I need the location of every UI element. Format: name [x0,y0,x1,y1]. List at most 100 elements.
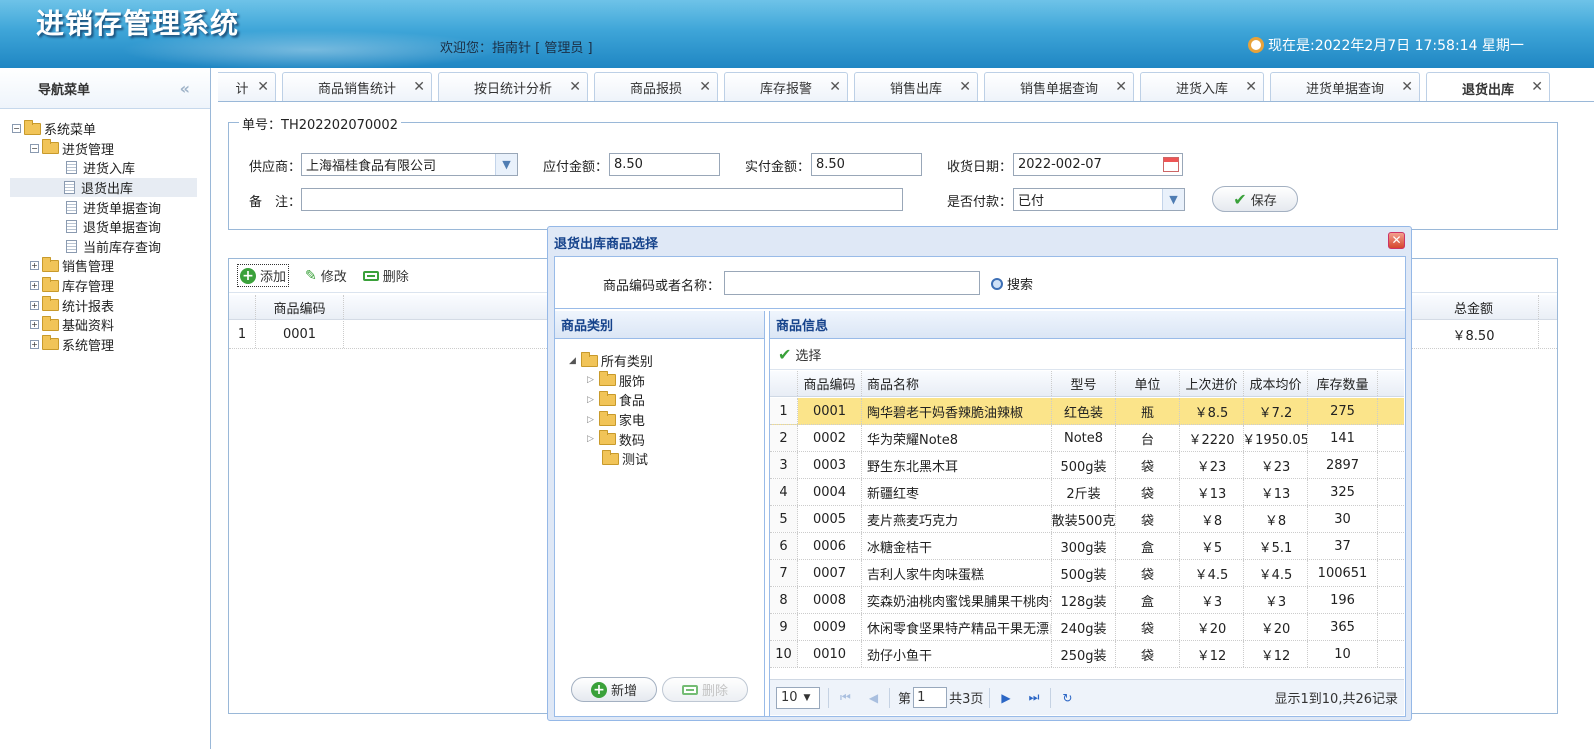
expand-toggle-icon[interactable]: + [30,339,39,349]
category-item[interactable]: ▷ 服饰 [569,371,653,391]
tab-return-out[interactable]: 退货出库 ✕ [1426,72,1550,101]
search-input[interactable] [724,271,980,295]
tree-root[interactable]: − 系统菜单 [12,119,210,139]
tree-item-stock-query[interactable]: 当前库存查询 [12,237,210,257]
close-icon[interactable]: ✕ [1245,79,1257,95]
next-page-icon[interactable]: ▶ [1001,691,1010,705]
paid-amount-input[interactable]: 8.50 [811,153,922,176]
cell-avg-cost: ￥13 [1244,479,1308,505]
tree-item-sales[interactable]: + 销售管理 [12,256,210,276]
table-row[interactable]: 8 0008 奕森奶油桃肉蜜饯果脯果干桃肉干 128g装盒 ￥3 ￥3 196 [770,587,1404,614]
column-header[interactable]: 总金额 [1409,295,1539,319]
table-row[interactable]: 9 0009 休闲零食坚果特产精品干果无漂白 240g装袋 ￥20 ￥20 365 [770,614,1404,641]
category-item[interactable]: ▷ 数码 [569,429,653,449]
chevron-down-icon[interactable]: ▼ [495,154,517,175]
tab-sales-query[interactable]: 销售单据查询 ✕ [984,72,1134,101]
close-icon[interactable]: ✕ [569,79,581,95]
close-icon[interactable]: ✕ [1531,79,1543,95]
search-button[interactable]: 搜索 [991,274,1033,293]
table-row[interactable]: 6 0006 冰糖金桔干 300g装盒 ￥5 ￥5.1 37 [770,533,1404,560]
column-header[interactable]: 商品名称 [862,371,1052,396]
caret-right-icon[interactable]: ▷ [587,375,594,385]
select-button[interactable]: ✔ 选择 [778,345,821,364]
table-row[interactable]: 10 0010 劲仔小鱼干 250g装袋 ￥12 ￥12 10 [770,641,1404,668]
edit-button[interactable]: ✎ 修改 [305,266,347,286]
last-page-icon[interactable]: ⏭ [1029,690,1040,705]
category-all[interactable]: ◢ 所有类别 [569,351,653,371]
expand-toggle-icon[interactable]: + [30,320,39,330]
close-icon[interactable]: ✕ [1388,232,1405,249]
column-header[interactable]: 型号 [1052,371,1116,396]
supplier-select[interactable]: 上海福桂食品有限公司 ▼ [301,153,518,176]
caret-down-icon[interactable]: ◢ [569,356,576,366]
category-item[interactable]: ▷ 家电 [569,410,653,430]
close-icon[interactable]: ✕ [959,79,971,95]
column-header[interactable]: 成本均价 [1244,371,1308,396]
tab-damage[interactable]: 商品报损 ✕ [594,72,718,101]
collapse-toggle-icon[interactable]: − [30,143,39,153]
category-item[interactable]: 测试 [569,449,653,469]
close-icon[interactable]: ✕ [413,79,425,95]
tab-sales-stat[interactable]: 商品销售统计 ✕ [282,72,432,101]
payable-amount-input[interactable]: 8.50 [609,153,720,176]
tab-sales-out[interactable]: 销售出库 ✕ [854,72,978,101]
collapse-toggle-icon[interactable]: − [12,124,21,134]
collapse-icon[interactable]: « [180,79,190,98]
column-header[interactable]: 商品编码 [256,295,344,319]
table-row[interactable]: 1 0001 陶华碧老干妈香辣脆油辣椒 红色装瓶 ￥8.5 ￥7.2 275 [770,398,1404,425]
refresh-icon[interactable]: ↻ [1062,691,1072,705]
paid-status-select[interactable]: 已付 ▼ [1013,188,1185,211]
prev-page-icon[interactable]: ◀ [869,691,878,705]
calendar-icon[interactable] [1163,157,1179,172]
close-icon[interactable]: ✕ [829,79,841,95]
chevron-down-icon[interactable]: ▼ [1162,189,1184,210]
column-header[interactable]: 单位 [1116,371,1180,396]
tree-item-inventory[interactable]: + 库存管理 [12,276,210,296]
cell-model: 2斤装 [1052,479,1116,505]
table-row[interactable]: 7 0007 吉利人家牛肉味蛋糕 500g装袋 ￥4.5 ￥4.5 100651 [770,560,1404,587]
caret-right-icon[interactable]: ▷ [587,415,594,425]
tree-item-return-query[interactable]: 退货单据查询 [12,217,210,237]
tab-purchase-in[interactable]: 进货入库 ✕ [1140,72,1264,101]
close-icon[interactable]: ✕ [699,79,711,95]
close-icon[interactable]: ✕ [257,79,269,95]
tree-item-purchase-query[interactable]: 进货单据查询 [12,197,210,217]
caret-right-icon[interactable]: ▷ [587,434,594,444]
column-header[interactable]: 上次进价 [1180,371,1244,396]
expand-toggle-icon[interactable]: + [30,261,39,271]
column-header[interactable]: 库存数量 [1308,371,1378,396]
page-size-select[interactable]: 10 ▼ [776,686,820,709]
column-header[interactable]: 商品编码 [798,371,862,396]
delete-category-button[interactable]: 删除 [662,677,748,702]
document-icon [66,239,77,253]
close-icon[interactable]: ✕ [1401,79,1413,95]
category-item[interactable]: ▷ 食品 [569,390,653,410]
tree-item-purchase[interactable]: − 进货管理 [12,139,210,159]
tree-item-purchase-in[interactable]: 进货入库 [12,158,210,178]
table-row[interactable]: 5 0005 麦片燕麦巧克力 散装500克袋 ￥8 ￥8 30 [770,506,1404,533]
remark-input[interactable] [301,188,903,211]
close-icon[interactable]: ✕ [1115,79,1127,95]
table-row[interactable]: 4 0004 新疆红枣 2斤装袋 ￥13 ￥13 325 [770,479,1404,506]
first-page-icon[interactable]: ⏮ [840,690,851,705]
tree-item-basic-data[interactable]: + 基础资料 [12,315,210,335]
table-row[interactable]: 2 0002 华为荣耀Note8 Note8 台 ￥2220 ￥1950.05 141 [770,425,1404,452]
caret-right-icon[interactable]: ▷ [587,395,594,405]
paid-status-value: 已付 [1018,194,1045,209]
tree-item-reports[interactable]: + 统计报表 [12,295,210,315]
save-button[interactable]: ✔ 保存 [1212,186,1298,212]
receive-date-input[interactable]: 2022-002-07 [1013,153,1183,176]
add-category-button[interactable]: + 新增 [571,677,657,702]
page-number-input[interactable]: 1 [913,687,948,708]
tree-item-system[interactable]: + 系统管理 [12,335,210,355]
expand-toggle-icon[interactable]: + [30,300,39,310]
tree-item-return-out[interactable]: 退货出库 [10,177,197,198]
delete-button[interactable]: 删除 [362,266,409,285]
tab-daily-stat[interactable]: 按日统计分析 ✕ [438,72,588,101]
tab-stock-alarm[interactable]: 库存报警 ✕ [724,72,848,101]
expand-toggle-icon[interactable]: + [30,281,39,291]
tab-partial[interactable]: 计 ✕ [218,72,276,101]
tab-purchase-query[interactable]: 进货单据查询 ✕ [1270,72,1420,101]
table-row[interactable]: 3 0003 野生东北黑木耳 500g装袋 ￥23 ￥23 2897 [770,452,1404,479]
add-button[interactable]: + 添加 [237,264,290,287]
